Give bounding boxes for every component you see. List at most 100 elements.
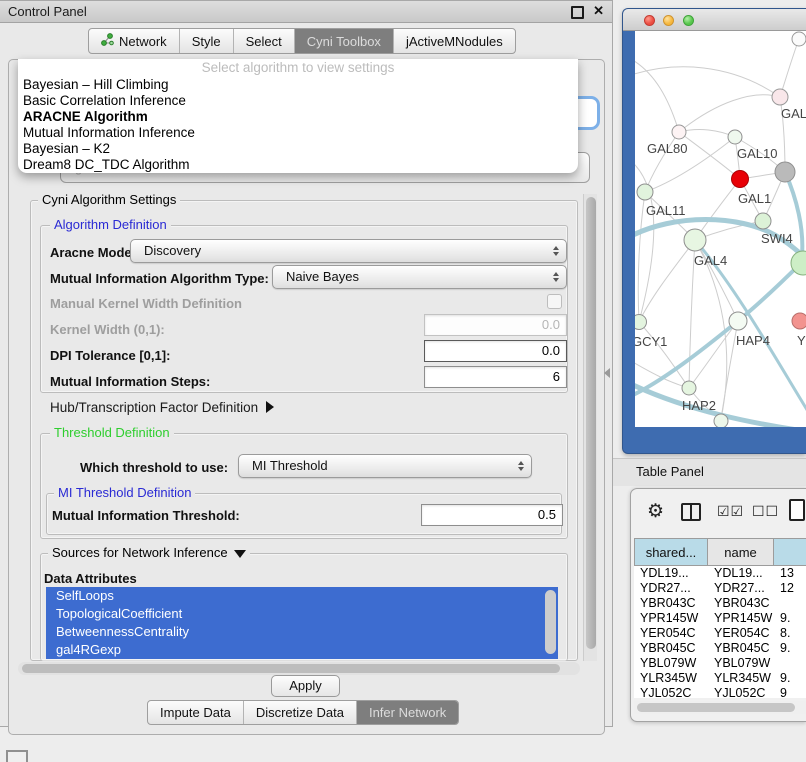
mi-algorithm-type-combobox[interactable]: Naive Bayes bbox=[272, 265, 567, 289]
mi-algorithm-type-value: Naive Bayes bbox=[286, 269, 359, 284]
table-panel-title: Table Panel bbox=[636, 464, 704, 479]
combo-stepper-icon bbox=[553, 246, 559, 256]
table-row[interactable]: YLR345WYLR345W9. bbox=[634, 671, 806, 686]
table-row[interactable]: YPR145WYPR145W9. bbox=[634, 611, 806, 626]
columns-icon[interactable] bbox=[681, 503, 701, 521]
gear-icon[interactable]: ⚙ bbox=[647, 500, 664, 523]
tab-cyni-toolbox-label: Cyni Toolbox bbox=[307, 34, 381, 49]
bottom-tabbar: Impute Data Discretize Data Infer Networ… bbox=[147, 700, 459, 725]
node-gal10 bbox=[728, 130, 742, 144]
mi-threshold-input[interactable]: 0.5 bbox=[421, 504, 563, 526]
aracne-mode-value: Discovery bbox=[144, 243, 201, 258]
minimized-panel-icon[interactable] bbox=[6, 750, 28, 762]
settings-vertical-scrollbar[interactable] bbox=[583, 194, 597, 661]
mi-steps-input[interactable]: 6 bbox=[424, 366, 567, 388]
document-icon[interactable] bbox=[789, 499, 805, 521]
float-window-icon[interactable] bbox=[571, 6, 584, 19]
tab-network-label: Network bbox=[119, 34, 167, 49]
node-gal80 bbox=[672, 125, 686, 139]
aracne-mode-label: Aracne Mode: bbox=[50, 245, 136, 260]
network-view-window: GAL GAL80 GAL10 GAL1 GAL11 SWI4 GAL4 GCY… bbox=[622, 8, 806, 454]
hub-definition-label: Hub/Transcription Factor Definition bbox=[50, 400, 258, 415]
dpi-tolerance-input[interactable]: 0.0 bbox=[424, 340, 567, 362]
tab-cyni-toolbox[interactable]: Cyni Toolbox bbox=[295, 29, 394, 53]
table-row[interactable]: YDL19...YDL19...13 bbox=[634, 566, 806, 581]
which-threshold-combobox[interactable]: MI Threshold bbox=[238, 454, 532, 478]
algorithm-option-selected[interactable]: ARACNE Algorithm bbox=[18, 109, 578, 125]
table-row[interactable]: YBL079WYBL079W bbox=[634, 656, 806, 671]
table-row[interactable]: YJL052CYJL052C9 bbox=[634, 686, 806, 698]
manual-kernel-width-checkbox[interactable] bbox=[547, 294, 562, 309]
attribute-item[interactable]: SelfLoops bbox=[46, 587, 558, 605]
close-traffic-light-icon[interactable] bbox=[644, 15, 655, 26]
mi-threshold-definition-title: MI Threshold Definition bbox=[54, 486, 195, 500]
attributes-list-scrollbar[interactable] bbox=[545, 590, 556, 654]
algorithm-option[interactable]: Basic Correlation Inference bbox=[18, 93, 578, 109]
attribute-item[interactable]: gal4RGexp bbox=[46, 641, 558, 659]
table-row[interactable]: YER054CYER054C8. bbox=[634, 626, 806, 641]
deselect-all-checks-icon[interactable]: ☐☐ bbox=[752, 503, 779, 520]
algorithm-option[interactable]: Bayesian – K2 bbox=[18, 141, 578, 157]
svg-text:SWI4: SWI4 bbox=[761, 231, 793, 246]
control-panel-titlebar[interactable]: Control Panel ✕ bbox=[0, 1, 612, 23]
svg-text:GAL: GAL bbox=[781, 106, 806, 121]
attribute-item[interactable]: BetweennessCentrality bbox=[46, 623, 558, 641]
svg-text:GAL80: GAL80 bbox=[647, 141, 687, 156]
tab-discretize-data[interactable]: Discretize Data bbox=[244, 701, 357, 724]
node-hap2 bbox=[682, 381, 696, 395]
apply-button[interactable]: Apply bbox=[271, 675, 340, 697]
table-row[interactable]: YBR043CYBR043C bbox=[634, 596, 806, 611]
column-header-name[interactable]: name bbox=[708, 538, 774, 566]
zoom-traffic-light-icon[interactable] bbox=[683, 15, 694, 26]
kernel-width-input[interactable]: 0.0 bbox=[424, 314, 567, 336]
mi-steps-label: Mutual Information Steps: bbox=[50, 374, 210, 389]
tab-infer-network[interactable]: Infer Network bbox=[357, 701, 458, 724]
expand-arrow-icon bbox=[266, 401, 274, 413]
tab-style[interactable]: Style bbox=[180, 29, 234, 53]
algorithm-dropdown-placeholder: Select algorithm to view settings bbox=[18, 59, 578, 77]
column-header-shared-name[interactable]: shared... bbox=[634, 538, 708, 566]
svg-text:Y: Y bbox=[797, 333, 806, 348]
aracne-mode-combobox[interactable]: Discovery bbox=[130, 239, 567, 263]
tab-impute-data[interactable]: Impute Data bbox=[148, 701, 244, 724]
panel-collapse-arrow[interactable] bbox=[604, 368, 610, 378]
algorithm-option[interactable]: Dream8 DC_TDC Algorithm bbox=[18, 157, 578, 173]
table-row[interactable]: YDR27...YDR27...12 bbox=[634, 581, 806, 596]
tab-infer-network-label: Infer Network bbox=[369, 705, 446, 720]
sources-toggle[interactable]: Sources for Network Inference bbox=[48, 546, 250, 560]
tab-jactivemnodules[interactable]: jActiveMNodules bbox=[394, 29, 515, 53]
table-panel-strip: Table Panel bbox=[613, 458, 806, 486]
table-row[interactable]: YBR045CYBR045C9. bbox=[634, 641, 806, 656]
svg-text:GAL11: GAL11 bbox=[646, 203, 686, 218]
control-panel-tabbar: Network Style Select Cyni Toolbox jActiv… bbox=[88, 28, 516, 54]
attribute-item[interactable]: TopologicalCoefficient bbox=[46, 605, 558, 623]
mi-algorithm-type-label: Mutual Information Algorithm Type: bbox=[50, 271, 269, 286]
which-threshold-label: Which threshold to use: bbox=[80, 460, 228, 475]
dpi-tolerance-label: DPI Tolerance [0,1]: bbox=[50, 348, 170, 363]
column-header-partial[interactable] bbox=[774, 538, 806, 566]
tab-style-label: Style bbox=[192, 34, 221, 49]
network-canvas[interactable]: GAL GAL80 GAL10 GAL1 GAL11 SWI4 GAL4 GCY… bbox=[635, 31, 806, 427]
select-all-checks-icon[interactable]: ☑☑ bbox=[717, 503, 744, 520]
network-tab-icon bbox=[101, 33, 114, 49]
node bbox=[775, 162, 795, 182]
minimize-traffic-light-icon[interactable] bbox=[663, 15, 674, 26]
algorithm-option[interactable]: Mutual Information Inference bbox=[18, 125, 578, 141]
network-window-titlebar[interactable] bbox=[623, 9, 806, 31]
algorithm-option[interactable]: Bayesian – Hill Climbing bbox=[18, 77, 578, 93]
hub-definition-toggle[interactable]: Hub/Transcription Factor Definition bbox=[50, 400, 274, 415]
settings-vertical-scrollbar-thumb[interactable] bbox=[586, 197, 596, 649]
table-panel-window: ⚙ ☑☑ ☐☐ shared... name YDL19...YDL19...1… bbox=[630, 488, 806, 722]
table-body: YDL19...YDL19...13 YDR27...YDR27...12 YB… bbox=[634, 566, 806, 698]
settings-horizontal-scrollbar[interactable] bbox=[18, 662, 580, 675]
svg-text:GAL4: GAL4 bbox=[694, 253, 727, 268]
svg-text:HAP4: HAP4 bbox=[736, 333, 770, 348]
table-horizontal-scrollbar-thumb[interactable] bbox=[637, 703, 795, 712]
table-horizontal-scrollbar[interactable] bbox=[634, 701, 806, 714]
node bbox=[772, 89, 788, 105]
cyni-algorithm-settings-title: Cyni Algorithm Settings bbox=[38, 193, 180, 207]
tab-select[interactable]: Select bbox=[234, 29, 295, 53]
close-icon[interactable]: ✕ bbox=[593, 3, 604, 19]
settings-horizontal-scrollbar-thumb[interactable] bbox=[22, 664, 560, 673]
tab-network[interactable]: Network bbox=[89, 29, 180, 53]
